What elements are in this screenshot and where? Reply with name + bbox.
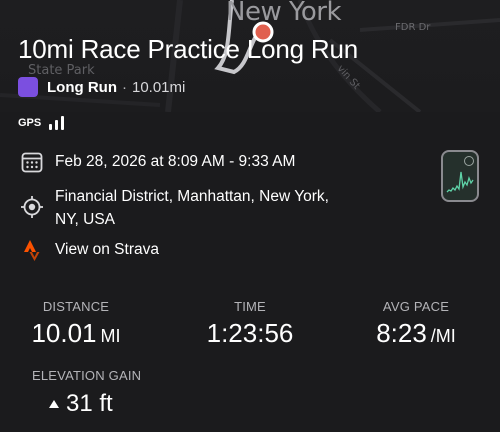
elevation-stat: ELEVATION GAIN 31 ft bbox=[32, 368, 141, 418]
time-stat: TIME 1:23:56 bbox=[200, 299, 300, 349]
strava-link-text[interactable]: View on Strava bbox=[55, 238, 159, 261]
location-row: Financial District, Manhattan, New York,… bbox=[20, 185, 335, 231]
location-text: Financial District, Manhattan, New York,… bbox=[55, 188, 329, 228]
location-target-icon bbox=[20, 195, 44, 219]
view-on-strava-link[interactable]: View on Strava bbox=[20, 238, 159, 262]
gps-label: GPS bbox=[18, 117, 42, 129]
activity-type-label: Long Run bbox=[47, 78, 117, 96]
pace-unit: /MI bbox=[430, 326, 456, 346]
distance-label: DISTANCE bbox=[42, 299, 110, 314]
distance-value-row: 10.01 MI bbox=[26, 318, 126, 349]
gps-indicator: GPS bbox=[18, 115, 65, 130]
strava-icon bbox=[20, 238, 44, 262]
up-arrow-icon bbox=[49, 400, 59, 408]
date-range-text: Feb 28, 2026 at 8:09 AM - 9:33 AM bbox=[55, 153, 296, 170]
distance-value: 10.01 bbox=[31, 318, 97, 348]
pace-value: 8:23 bbox=[376, 318, 427, 348]
pace-label: AVG PACE bbox=[382, 299, 450, 314]
watch-graph-thumbnail[interactable] bbox=[441, 150, 479, 202]
calendar-icon bbox=[20, 150, 44, 174]
pace-value-row: 8:23/MI bbox=[366, 318, 466, 349]
elevation-value-row: 31 ft bbox=[32, 390, 141, 418]
activity-distance-short: 10.01mi bbox=[131, 78, 186, 96]
time-label: TIME bbox=[234, 299, 266, 314]
distance-unit: MI bbox=[100, 326, 121, 346]
elevation-label: ELEVATION GAIN bbox=[32, 368, 142, 383]
activity-type-row: Long Run · 10.01mi bbox=[18, 77, 185, 97]
activity-type-icon bbox=[18, 77, 38, 97]
activity-title: 10mi Race Practice Long Run bbox=[18, 34, 359, 64]
signal-bars-icon bbox=[49, 115, 65, 130]
distance-stat: DISTANCE 10.01 MI bbox=[26, 299, 126, 349]
date-row: Feb 28, 2026 at 8:09 AM - 9:33 AM bbox=[20, 150, 295, 174]
pace-stat: AVG PACE 8:23/MI bbox=[366, 299, 466, 349]
time-value: 1:23:56 bbox=[206, 318, 294, 348]
elevation-value: 31 ft bbox=[66, 390, 113, 417]
separator-dot: · bbox=[121, 78, 127, 96]
